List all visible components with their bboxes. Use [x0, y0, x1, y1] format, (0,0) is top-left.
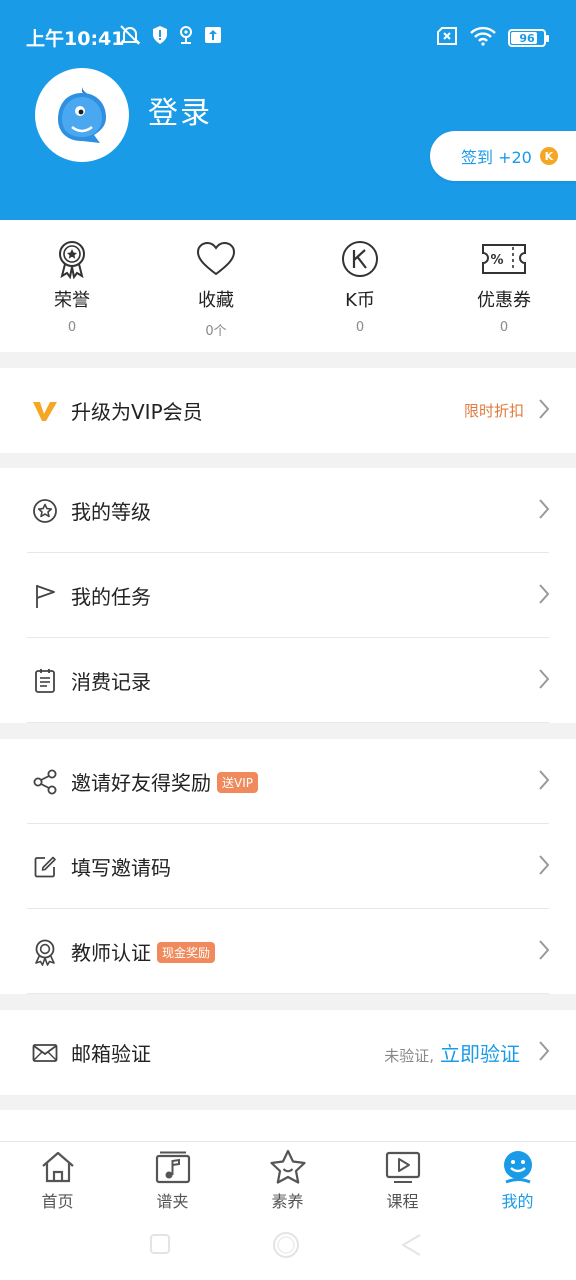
- back-button[interactable]: [400, 1233, 422, 1261]
- stat-k-coins[interactable]: K币 0: [288, 238, 432, 335]
- purchase-history-row[interactable]: 消费记录: [0, 638, 576, 723]
- location-icon: [178, 25, 194, 49]
- tab-literacy[interactable]: 素养: [230, 1148, 345, 1212]
- account-section: 我的等级 我的任务 消费记录: [0, 468, 576, 723]
- upload-icon: [204, 26, 222, 48]
- status-time: 上午10:41: [26, 28, 125, 50]
- vip-upgrade-row[interactable]: 升级为VIP会员 限时折扣: [0, 368, 576, 453]
- stat-favorites[interactable]: 收藏 0个: [144, 238, 288, 339]
- avatar[interactable]: [35, 68, 129, 162]
- signin-label: 签到 +20: [461, 148, 532, 167]
- cash-reward-badge: 现金奖励: [157, 942, 216, 963]
- stat-coupons[interactable]: % 优惠券 0: [432, 238, 576, 335]
- chevron-right-icon: [538, 854, 550, 880]
- stat-honor[interactable]: 荣誉 0: [0, 238, 144, 335]
- star-face-icon: [230, 1148, 345, 1186]
- chevron-right-icon: [538, 498, 550, 524]
- login-link[interactable]: 登录: [148, 88, 212, 132]
- email-section: 邮箱验证 未验证, 立即验证: [0, 1010, 576, 1095]
- chevron-right-icon: [538, 939, 550, 965]
- profile-icon: [460, 1148, 575, 1186]
- home-icon: [0, 1148, 115, 1186]
- edit-icon: [32, 854, 58, 880]
- no-sim-icon: [436, 27, 458, 49]
- tab-home[interactable]: 首页: [0, 1148, 115, 1212]
- home-button[interactable]: [272, 1231, 300, 1263]
- tab-mine[interactable]: 我的: [460, 1148, 575, 1212]
- profile-header: 上午10:41 96 登录 签到 +20 K: [0, 0, 576, 220]
- teacher-certification-row[interactable]: 教师认证 现金奖励: [0, 909, 576, 994]
- coin-icon: K: [539, 147, 558, 165]
- svg-text:%: %: [490, 253, 503, 268]
- heart-icon: [144, 238, 288, 280]
- battery-indicator: 96: [508, 29, 549, 47]
- vip-discount-label: 限时折扣: [463, 402, 524, 420]
- shield-icon: [152, 25, 168, 49]
- email-verify-row[interactable]: 邮箱验证 未验证, 立即验证: [0, 1010, 576, 1095]
- wifi-icon: [470, 26, 496, 50]
- coupon-icon: %: [432, 238, 576, 280]
- medal-icon: [0, 238, 144, 280]
- chevron-right-icon: [538, 668, 550, 694]
- verify-now-link[interactable]: 立即验证: [440, 1038, 520, 1067]
- mascot-bird-icon: [58, 87, 106, 143]
- chevron-right-icon: [538, 398, 550, 424]
- recent-apps-button[interactable]: [149, 1233, 171, 1259]
- status-bar: 上午10:41 96: [0, 18, 576, 54]
- music-folder-icon: [115, 1148, 230, 1186]
- system-nav-bar: [0, 1211, 576, 1280]
- vip-section: 升级为VIP会员 限时折扣: [0, 368, 576, 453]
- chevron-right-icon: [538, 769, 550, 795]
- signin-button[interactable]: 签到 +20 K: [430, 131, 576, 181]
- certificate-icon: [32, 939, 58, 966]
- email-status: 未验证,: [384, 1047, 434, 1065]
- chevron-right-icon: [538, 1040, 550, 1066]
- flag-icon: [32, 583, 58, 609]
- vip-icon: [32, 398, 58, 424]
- enter-invite-code-row[interactable]: 填写邀请码: [0, 824, 576, 909]
- tab-score-folder[interactable]: 谱夹: [115, 1148, 230, 1212]
- next-section-peek: [0, 1110, 576, 1141]
- my-tasks-row[interactable]: 我的任务: [0, 553, 576, 638]
- mail-icon: [32, 1040, 58, 1066]
- share-icon: [32, 769, 58, 795]
- chevron-right-icon: [538, 583, 550, 609]
- play-icon: [345, 1148, 460, 1186]
- star-circle-icon: [32, 498, 58, 524]
- my-level-row[interactable]: 我的等级: [0, 468, 576, 553]
- bottom-tab-bar: 首页 谱夹 素养 课程 我的: [0, 1141, 576, 1211]
- rewards-section: 邀请好友得奖励 送VIP 填写邀请码 教师认证 现金奖励: [0, 739, 576, 994]
- tab-courses[interactable]: 课程: [345, 1148, 460, 1212]
- receipt-icon: [32, 668, 58, 694]
- invite-friends-row[interactable]: 邀请好友得奖励 送VIP: [0, 739, 576, 824]
- mute-bell-icon: [118, 24, 142, 50]
- stats-panel: 荣誉 0 收藏 0个 K币 0 % 优惠券 0: [0, 220, 576, 352]
- vip-gift-badge: 送VIP: [217, 772, 258, 793]
- k-coin-icon: [288, 238, 432, 280]
